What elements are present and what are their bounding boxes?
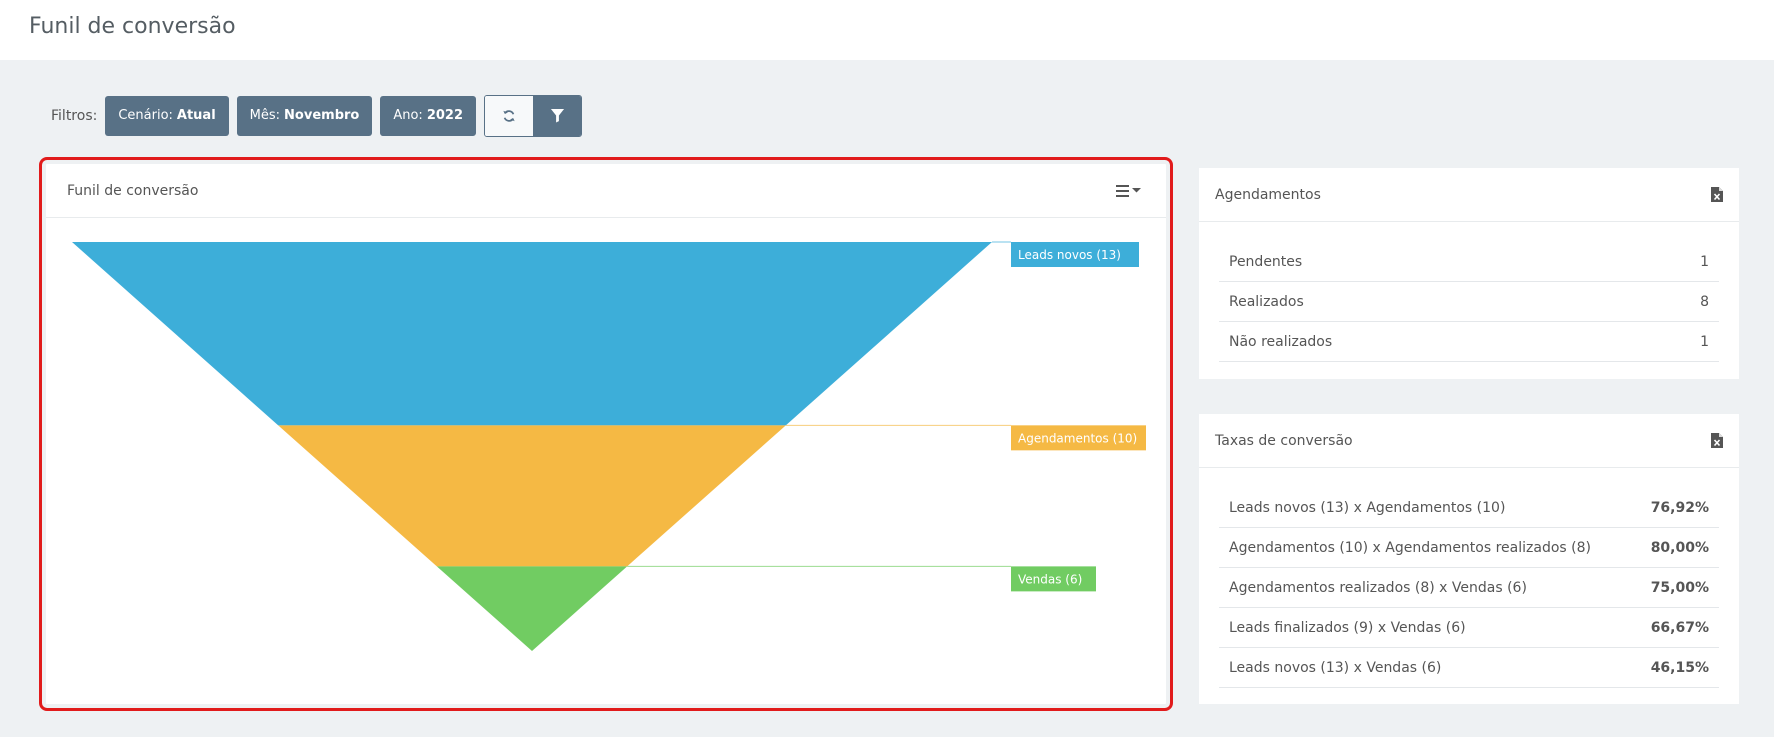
filters-bar: Filtros: Cenário: Atual Mês: Novembro An… [51, 94, 582, 137]
top-bar: Funil de conversão [0, 0, 1774, 60]
list-item: Não realizados 1 [1219, 322, 1719, 362]
list-item: Realizados 8 [1219, 282, 1719, 322]
list-item-label: Leads finalizados (9) x Vendas (6) [1229, 619, 1466, 636]
funnel-label: Vendas (6) [1018, 572, 1082, 586]
funnel-panel-title: Funil de conversão [67, 182, 199, 199]
list-item: Leads finalizados (9) x Vendas (6) 66,67… [1219, 608, 1719, 648]
filter-chip-key: Mês: [249, 108, 281, 123]
filter-chip-key: Ano: [393, 108, 423, 123]
list-item-label: Pendentes [1229, 253, 1303, 270]
list-item-value: 75,00% [1650, 579, 1709, 596]
filter-chip-value: 2022 [426, 108, 463, 123]
filter-button[interactable] [533, 95, 581, 136]
list-item-value: 8 [1700, 293, 1709, 310]
funnel-segment-agendamentos[interactable] [278, 425, 786, 567]
excel-export-button[interactable] [1711, 187, 1723, 202]
hamburger-menu-icon [1116, 184, 1141, 197]
list-item-value: 1 [1700, 333, 1709, 350]
agendamentos-panel-header: Agendamentos [1199, 168, 1739, 222]
refresh-button[interactable] [485, 95, 533, 136]
filter-chip-key: Cenário: [118, 108, 173, 123]
filter-chip-value: Novembro [284, 108, 360, 123]
funnel-label: Agendamentos (10) [1018, 431, 1137, 445]
funnel-segment-leads-novos[interactable] [72, 242, 992, 426]
list-item-value: 46,15% [1650, 659, 1709, 676]
list-item-value: 66,67% [1650, 619, 1709, 636]
list-item-label: Agendamentos realizados (8) x Vendas (6) [1229, 579, 1527, 596]
list-item: Leads novos (13) x Vendas (6) 46,15% [1219, 648, 1719, 688]
funnel-chart-panel: Funil de conversão Leads novos (13) Agend… [39, 157, 1173, 711]
funnel-segment-vendas[interactable] [436, 566, 628, 651]
excel-export-icon [1711, 433, 1723, 448]
taxas-panel-title: Taxas de conversão [1215, 432, 1353, 449]
taxas-panel-header: Taxas de conversão [1199, 414, 1739, 468]
list-item: Leads novos (13) x Agendamentos (10) 76,… [1219, 488, 1719, 528]
taxas-list: Leads novos (13) x Agendamentos (10) 76,… [1219, 488, 1719, 688]
filter-chip-value: Atual [176, 108, 216, 123]
refresh-icon [503, 109, 515, 122]
agendamentos-panel: Agendamentos Pendentes 1 Realizados 8 Nã… [1199, 168, 1739, 379]
taxas-conversao-panel: Taxas de conversão Leads novos (13) x Ag… [1199, 414, 1739, 704]
filter-icon [550, 108, 564, 123]
funnel-panel-header: Funil de conversão [46, 164, 1166, 218]
list-item: Agendamentos realizados (8) x Vendas (6)… [1219, 568, 1719, 608]
funnel-chart: Leads novos (13) Agendamentos (10) Vendas … [72, 241, 1146, 651]
list-item: Agendamentos (10) x Agendamentos realiza… [1219, 528, 1719, 568]
funnel-label: Leads novos (13) [1018, 248, 1121, 262]
filters-label: Filtros: [51, 107, 98, 124]
list-item-label: Agendamentos (10) x Agendamentos realiza… [1229, 539, 1591, 556]
list-item-label: Realizados [1229, 293, 1304, 310]
list-item-label: Leads novos (13) x Vendas (6) [1229, 659, 1442, 676]
filter-chip-ano[interactable]: Ano: 2022 [380, 95, 476, 136]
list-item-value: 76,92% [1650, 499, 1709, 516]
chart-menu-button[interactable] [1116, 184, 1144, 198]
filter-actions [484, 94, 582, 137]
agendamentos-panel-title: Agendamentos [1215, 186, 1321, 203]
list-item: Pendentes 1 [1219, 242, 1719, 282]
excel-export-button[interactable] [1711, 433, 1723, 448]
page-title: Funil de conversão [29, 14, 236, 39]
list-item-value: 80,00% [1650, 539, 1709, 556]
agendamentos-list: Pendentes 1 Realizados 8 Não realizados … [1219, 242, 1719, 362]
filter-chip-mes[interactable]: Mês: Novembro [236, 95, 373, 136]
excel-export-icon [1711, 187, 1723, 202]
list-item-label: Leads novos (13) x Agendamentos (10) [1229, 499, 1506, 516]
filter-chip-cenario[interactable]: Cenário: Atual [105, 95, 229, 136]
list-item-label: Não realizados [1229, 333, 1333, 350]
list-item-value: 1 [1700, 253, 1709, 270]
